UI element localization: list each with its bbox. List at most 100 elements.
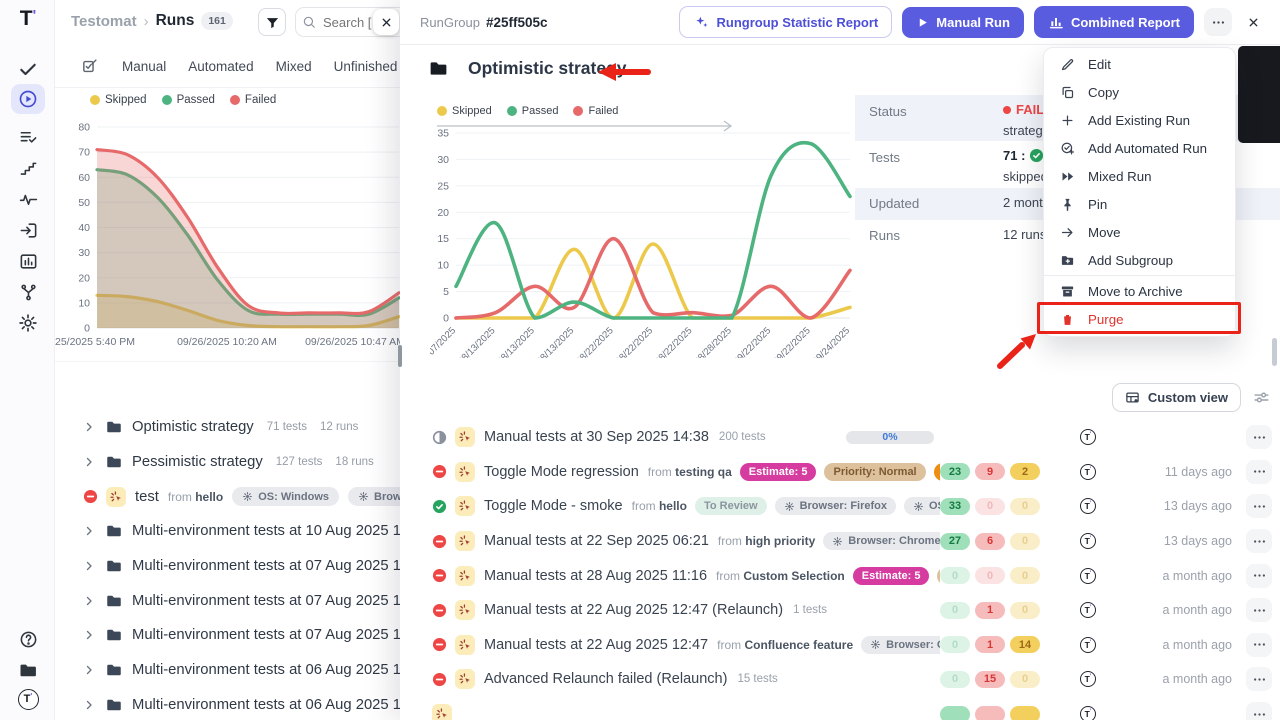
list-toolbar: Custom view: [1112, 383, 1270, 412]
sidebar-checklist-icon[interactable]: [17, 126, 39, 148]
runs-trend-chart: SkippedPassedFailed 0102030405060708025/…: [55, 88, 400, 362]
run-row[interactable]: Advanced Relaunch failed (Relaunch) 15 t…: [400, 662, 1280, 697]
run-title[interactable]: Toggle Mode - smoke: [484, 498, 623, 514]
menu-item-mixed-run[interactable]: Mixed Run: [1044, 162, 1235, 190]
review-badge: To Review: [695, 497, 767, 515]
breadcrumb-app[interactable]: Testomat: [71, 13, 137, 30]
menu-item-add-subgroup[interactable]: Add Subgroup: [1044, 246, 1235, 274]
menu-item-edit[interactable]: Edit: [1044, 50, 1235, 78]
chevron-right-icon[interactable]: [83, 629, 95, 641]
group-row[interactable]: Multi-environment tests at 10 Aug 2025 1…: [55, 514, 400, 549]
row-actions-button[interactable]: [1246, 564, 1272, 588]
run-title[interactable]: Manual tests at 30 Sep 2025 14:38: [484, 429, 709, 445]
menu-item-add-existing-run[interactable]: Add Existing Run: [1044, 106, 1235, 134]
menu-item-purge[interactable]: Purge: [1044, 305, 1235, 333]
run-title[interactable]: Manual tests at 22 Sep 2025 06:21: [484, 533, 709, 549]
run-title[interactable]: Manual tests at 28 Aug 2025 11:16: [484, 568, 707, 584]
row-actions-button[interactable]: [1246, 460, 1272, 484]
chevron-right-icon[interactable]: [83, 525, 95, 537]
row-actions-button[interactable]: [1246, 598, 1272, 622]
sidebar-settings-icon[interactable]: [17, 312, 39, 334]
run-row[interactable]: Toggle Mode - smoke from hello To Review…: [400, 489, 1280, 524]
run-source: from hello: [168, 490, 223, 504]
menu-item-pin[interactable]: Pin: [1044, 190, 1235, 218]
row-actions-button[interactable]: [1246, 425, 1272, 449]
tab-manual[interactable]: Manual: [122, 59, 166, 74]
sidebar-analytics-icon[interactable]: [17, 188, 39, 210]
rungroup-panel: RunGroup #25ff505c Rungroup Statistic Re…: [400, 0, 1280, 720]
chevron-right-icon[interactable]: [83, 560, 95, 572]
row-actions-button[interactable]: [1246, 633, 1272, 657]
chevron-right-icon[interactable]: [83, 664, 95, 676]
run-title[interactable]: Toggle Mode regression: [484, 464, 639, 480]
run-title[interactable]: Advanced Relaunch failed (Relaunch): [484, 671, 727, 687]
run-row[interactable]: Manual tests at 30 Sep 2025 14:38 200 te…: [400, 420, 1280, 455]
rungroup-statistic-report-button[interactable]: Rungroup Statistic Report: [679, 6, 892, 38]
sidebar-help-icon[interactable]: [17, 628, 39, 650]
run-plan-icon[interactable]: [81, 58, 98, 75]
sidebar-steps-icon[interactable]: [17, 157, 39, 179]
clear-search-button[interactable]: [373, 9, 399, 35]
legend-skipped[interactable]: Skipped: [90, 94, 147, 106]
menu-item-copy[interactable]: Copy: [1044, 78, 1235, 106]
run-row[interactable]: T': [400, 697, 1280, 720]
tab-automated[interactable]: Automated: [188, 59, 253, 74]
more-actions-button[interactable]: [1204, 8, 1232, 36]
group-row[interactable]: Multi-environment tests at 06 Aug 2025 1…: [55, 653, 400, 688]
sidebar-tasks-icon[interactable]: [17, 58, 39, 80]
testomat-logo[interactable]: T': [17, 8, 39, 30]
menu-item-add-automated-run[interactable]: Add Automated Run: [1044, 134, 1235, 162]
tab-mixed[interactable]: Mixed: [276, 59, 312, 74]
manual-run-button[interactable]: Manual Run: [902, 7, 1024, 38]
group-row[interactable]: Multi-environment tests at 07 Aug 2025 1…: [55, 583, 400, 618]
legend-failed[interactable]: Failed: [230, 94, 276, 106]
menu-item-move[interactable]: Move: [1044, 218, 1235, 246]
run-title[interactable]: Manual tests at 22 Aug 2025 12:47 (Relau…: [484, 602, 783, 618]
legend-passed[interactable]: Passed: [507, 105, 559, 117]
chevron-right-icon[interactable]: [83, 421, 95, 433]
group-row[interactable]: Multi-environment tests at 07 Aug 2025 1…: [55, 618, 400, 653]
filters-slider-icon[interactable]: [1253, 389, 1270, 406]
group-title: Multi-environment tests at 07 Aug 2025 1…: [132, 593, 400, 609]
group-row[interactable]: Multi-environment tests at 07 Aug 2025 1…: [55, 549, 400, 584]
filter-button[interactable]: [258, 8, 286, 36]
failed-count-pill: 0: [975, 567, 1005, 584]
sidebar-projects-icon[interactable]: [17, 659, 39, 681]
chevron-right-icon[interactable]: [83, 595, 95, 607]
legend-passed[interactable]: Passed: [162, 94, 215, 106]
left-panel-scrollbar[interactable]: [398, 345, 402, 367]
panel-scrollbar[interactable]: [1272, 338, 1277, 366]
group-row[interactable]: Multi-environment tests at 06 Aug 2025 1…: [55, 688, 400, 720]
run-row[interactable]: Manual tests at 22 Aug 2025 12:47 (Relau…: [400, 593, 1280, 628]
sidebar-profile-icon[interactable]: T': [17, 688, 39, 710]
group-row[interactable]: Pessimistic strategy 127 tests 18 runs: [55, 445, 400, 480]
group-trend-plot: 0510152025303508/07/202508/13/202508/13/…: [430, 100, 860, 358]
menu-item-move-to-archive[interactable]: Move to Archive: [1044, 277, 1235, 305]
chevron-right-icon[interactable]: [83, 699, 95, 711]
testomat-avatar-icon: T': [1080, 498, 1096, 514]
run-row[interactable]: Manual tests at 22 Sep 2025 06:21 from h…: [400, 524, 1280, 559]
run-row[interactable]: Manual tests at 28 Aug 2025 11:16 from C…: [400, 558, 1280, 593]
sidebar-branches-icon[interactable]: [17, 281, 39, 303]
sidebar-runs-icon[interactable]: [11, 84, 45, 114]
chevron-right-icon[interactable]: [83, 456, 95, 468]
row-actions-button[interactable]: [1246, 529, 1272, 553]
run-row[interactable]: Manual tests at 22 Aug 2025 12:47 from C…: [400, 628, 1280, 663]
row-actions-button[interactable]: [1246, 702, 1272, 720]
group-row[interactable]: Optimistic strategy 71 tests 12 runs: [55, 410, 400, 445]
tab-unfinished[interactable]: Unfinished: [334, 59, 398, 74]
close-panel-button[interactable]: [1240, 9, 1266, 35]
sidebar-reports-icon[interactable]: [17, 250, 39, 272]
combined-report-button[interactable]: Combined Report: [1034, 6, 1194, 38]
custom-view-button[interactable]: Custom view: [1112, 383, 1241, 412]
run-row[interactable]: Toggle Mode regression from testing qa E…: [400, 455, 1280, 490]
sidebar-import-icon[interactable]: [17, 219, 39, 241]
row-actions-button[interactable]: [1246, 667, 1272, 691]
group-title: Optimistic strategy: [132, 419, 254, 435]
legend-skipped[interactable]: Skipped: [437, 105, 492, 117]
legend-failed[interactable]: Failed: [573, 105, 618, 117]
play-icon: [916, 16, 929, 29]
run-title[interactable]: Manual tests at 22 Aug 2025 12:47: [484, 637, 708, 653]
row-actions-button[interactable]: [1246, 494, 1272, 518]
run-row[interactable]: test from hello OS: WindowsBrowser: Chro…: [55, 479, 400, 514]
